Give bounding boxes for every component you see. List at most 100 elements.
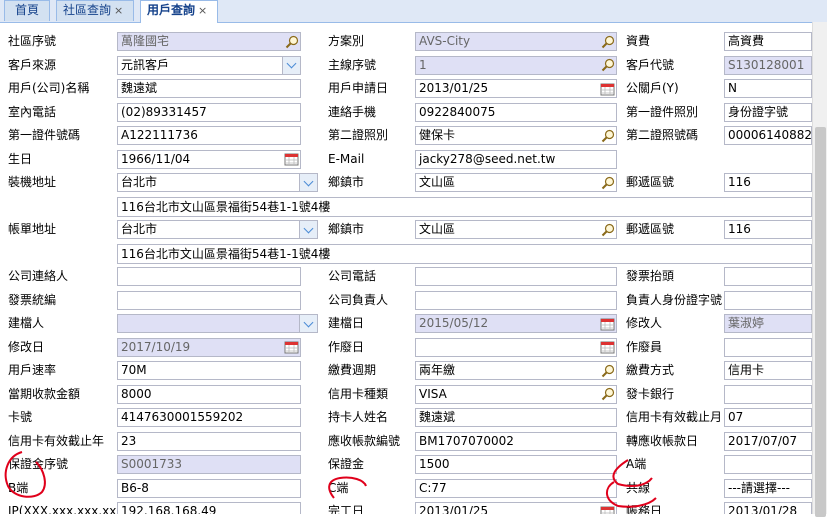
card-type-field[interactable]: VISA: [415, 384, 617, 404]
pay-cycle-label: 繳費週期: [328, 363, 377, 377]
user-name-field[interactable]: 魏遠斌: [117, 79, 301, 98]
calendar-icon[interactable]: [599, 339, 616, 356]
issuing-bank-field[interactable]: [724, 384, 812, 404]
id-type2-value: 健保卡: [419, 128, 456, 142]
modify-date-field[interactable]: 2017/10/19: [117, 337, 301, 357]
chevron-down-icon[interactable]: [282, 56, 300, 74]
void-date-field[interactable]: [415, 337, 617, 357]
email-field[interactable]: jacky278@seed.net.tw: [415, 149, 617, 169]
c-end-field[interactable]: C:77: [415, 478, 617, 498]
home-phone-label: 室內電話: [8, 104, 57, 119]
install-city-select[interactable]: 台北市: [117, 173, 318, 192]
bill-date-field[interactable]: 2013/01/28: [724, 502, 812, 514]
owner-id-field[interactable]: [724, 290, 812, 310]
create-date-field[interactable]: 2015/05/12: [415, 314, 617, 333]
search-icon[interactable]: [599, 386, 616, 403]
vertical-scrollbar[interactable]: [812, 22, 827, 517]
void-user-field[interactable]: [724, 337, 812, 357]
id-no1-field[interactable]: A122111736: [117, 126, 301, 145]
install-town-field[interactable]: 文山區: [415, 173, 617, 192]
mobile-field[interactable]: 0922840075: [415, 102, 617, 122]
tariff-label: 資費: [626, 34, 651, 48]
calendar-icon[interactable]: [599, 80, 616, 97]
search-icon[interactable]: [599, 174, 616, 191]
search-icon[interactable]: [599, 362, 616, 379]
search-icon[interactable]: [599, 57, 616, 74]
modifier-field[interactable]: 葉淑婷: [724, 314, 812, 333]
apply-date-field[interactable]: 2013/01/25: [415, 79, 617, 98]
community-no-field[interactable]: 萬隆國宅: [117, 32, 301, 51]
search-icon[interactable]: [599, 127, 616, 144]
deposit-value: 1500: [419, 457, 450, 471]
customer-code-label: 客戶代號: [626, 57, 675, 72]
birthday-field[interactable]: 1966/11/04: [117, 149, 301, 169]
close-icon[interactable]: ×: [198, 4, 207, 17]
email-label: E-Mail: [328, 151, 365, 166]
calendar-icon[interactable]: [283, 151, 300, 168]
card-exp-month-field[interactable]: 07: [724, 408, 812, 427]
ip-field[interactable]: 192.168.168.49: [117, 502, 301, 514]
search-icon[interactable]: [599, 33, 616, 50]
scrollbar-thumb[interactable]: [815, 127, 826, 517]
transfer-month-field[interactable]: 2017/07/07: [724, 431, 812, 451]
plan-field[interactable]: AVS-City: [415, 32, 617, 51]
chevron-down-icon[interactable]: [299, 221, 317, 238]
tab-community-query[interactable]: 社區查詢 ×: [56, 0, 134, 21]
bill-address-full-field[interactable]: 116台北市文山區景福街54巷1-1號4樓: [117, 243, 812, 264]
b-end-field[interactable]: B6-8: [117, 478, 301, 498]
id-no2-label: 第二證照號碼: [626, 128, 699, 142]
id-type1-field[interactable]: 身份證字號: [724, 102, 812, 122]
search-icon[interactable]: [599, 221, 616, 238]
install-town-value: 文山區: [419, 175, 456, 189]
pay-cycle-field[interactable]: 兩年繳: [415, 361, 617, 380]
related-field[interactable]: N: [724, 79, 812, 98]
period-amount-field[interactable]: 8000: [117, 384, 301, 404]
receivable-no-field[interactable]: BM1707070002: [415, 431, 617, 451]
pay-method-field[interactable]: 信用卡: [724, 361, 812, 380]
void-user-label: 作廢員: [626, 339, 663, 354]
tab-user-query[interactable]: 用戶查詢 ×: [140, 0, 218, 23]
complete-date-label: 完工日: [328, 504, 365, 514]
calendar-icon[interactable]: [283, 339, 300, 356]
chevron-down-icon[interactable]: [299, 174, 317, 191]
tab-bar: 首頁 社區查詢 × 用戶查詢 ×: [0, 0, 827, 23]
creator-select[interactable]: [117, 314, 318, 333]
speed-field[interactable]: 70M: [117, 361, 301, 380]
company-phone-field[interactable]: [415, 267, 617, 286]
bill-zip-field[interactable]: 116: [724, 220, 812, 239]
calendar-icon[interactable]: [599, 315, 616, 332]
install-zip-field[interactable]: 116: [724, 173, 812, 192]
bill-town-field[interactable]: 文山區: [415, 220, 617, 239]
shared-line-value: ---請選擇---: [728, 480, 790, 495]
card-no-field[interactable]: 4147630001559202: [117, 408, 301, 427]
id-type2-field[interactable]: 健保卡: [415, 126, 617, 145]
company-contact-field[interactable]: [117, 267, 301, 286]
modifier-label: 修改人: [626, 316, 663, 330]
card-holder-field[interactable]: 魏遠斌: [415, 408, 617, 427]
bill-city-select[interactable]: 台北市: [117, 220, 318, 239]
customer-code-field[interactable]: S130128001: [724, 55, 812, 75]
tab-home[interactable]: 首頁: [4, 0, 50, 21]
invoice-no-field[interactable]: [117, 290, 301, 310]
company-owner-field[interactable]: [415, 290, 617, 310]
calendar-icon[interactable]: [599, 503, 616, 514]
id-no2-field[interactable]: 000061408827: [724, 126, 812, 145]
card-no-value: 4147630001559202: [121, 410, 244, 424]
complete-date-field[interactable]: 2013/01/25: [415, 502, 617, 514]
card-type-value: VISA: [419, 386, 447, 401]
chevron-down-icon[interactable]: [299, 315, 317, 332]
install-address-full-field[interactable]: 116台北市文山區景福街54巷1-1號4樓: [117, 196, 812, 217]
tariff-field[interactable]: 高資費: [724, 32, 812, 51]
deposit-field[interactable]: 1500: [415, 455, 617, 474]
search-icon[interactable]: [283, 33, 300, 50]
customer-source-select[interactable]: 元訊客戶: [117, 55, 301, 75]
home-phone-field[interactable]: (02)89331457: [117, 102, 301, 122]
card-exp-year-field[interactable]: 23: [117, 431, 301, 451]
deposit-no-field[interactable]: S0001733: [117, 455, 301, 474]
invoice-title-field[interactable]: [724, 267, 812, 286]
shared-line-field[interactable]: ---請選擇---: [724, 478, 812, 498]
close-icon[interactable]: ×: [114, 4, 123, 17]
master-no-field[interactable]: 1: [415, 55, 617, 75]
bill-date-value: 2013/01/28: [728, 504, 798, 514]
a-end-field[interactable]: [724, 455, 812, 474]
